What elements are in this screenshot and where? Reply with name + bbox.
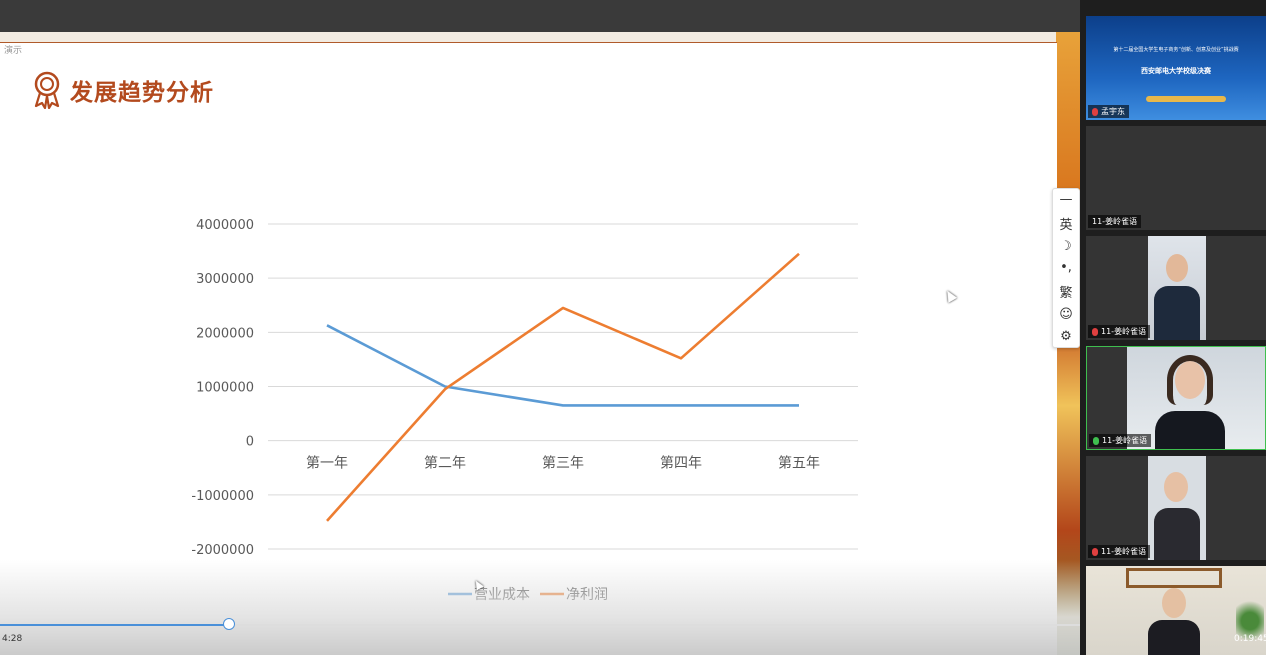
video-feed xyxy=(1148,236,1206,340)
y-tick-label: 2000000 xyxy=(196,326,254,341)
x-tick-label: 第五年 xyxy=(778,455,820,472)
video-feed xyxy=(1162,588,1186,618)
participant-name-label: 11-姜岭雀语 xyxy=(1088,325,1151,338)
x-tick-label: 第二年 xyxy=(424,455,466,472)
progress-fill xyxy=(0,624,229,626)
window-top-bar xyxy=(0,0,1080,32)
x-tick-label: 第一年 xyxy=(306,455,348,472)
punctuation-toggle[interactable]: •, xyxy=(1060,260,1072,275)
player-overlay xyxy=(0,560,1080,655)
participant-tile[interactable]: 11-姜岭雀语 xyxy=(1086,236,1266,340)
wall-frame xyxy=(1126,568,1222,588)
mic-muted-icon xyxy=(1092,107,1098,116)
banner-ribbon xyxy=(1146,96,1226,102)
y-tick-label: 0 xyxy=(246,435,254,450)
mic-active-icon xyxy=(1093,436,1099,445)
progress-bar[interactable] xyxy=(0,618,1080,630)
y-tick-label: 1000000 xyxy=(196,381,254,396)
ime-lang-toggle[interactable]: 英 xyxy=(1059,214,1072,233)
x-tick-label: 第三年 xyxy=(542,455,584,472)
mic-muted-icon xyxy=(1092,327,1098,336)
participant-tile-active[interactable]: 11-姜岭雀语 xyxy=(1086,346,1266,450)
y-tick-label: -2000000 xyxy=(191,543,254,558)
participant-name-label: 孟宇东 xyxy=(1088,105,1129,118)
y-tick-label: 4000000 xyxy=(196,218,254,233)
series-line-1 xyxy=(326,252,800,522)
series-line-0 xyxy=(326,324,799,407)
participant-tile[interactable]: 11-姜岭雀语 xyxy=(1086,126,1266,230)
participants-panel: 第十二届全国大学生电子商务“创新、创意及创业”挑战赛 西安邮电大学校级决赛 孟宇… xyxy=(1080,0,1266,655)
traditional-toggle[interactable]: 繁 xyxy=(1059,282,1072,301)
banner-line2: 西安邮电大学校级决赛 xyxy=(1141,67,1211,75)
ime-toolbar: — 英 ☽ •, 繁 ☺ ⚙ xyxy=(1052,188,1080,348)
emoji-icon[interactable]: ☺ xyxy=(1059,307,1073,322)
video-feed-body xyxy=(1148,620,1200,655)
current-time: 4:28 xyxy=(2,634,23,644)
participant-name-label: 11-姜岭雀语 xyxy=(1088,545,1151,558)
banner-line1: 第十二届全国大学生电子商务“创新、创意及创业”挑战赛 xyxy=(1113,47,1239,53)
x-tick-label: 第四年 xyxy=(660,455,702,472)
progress-knob[interactable] xyxy=(222,618,235,630)
line-chart: 4000000 3000000 2000000 1000000 0 -1000000 -20… xyxy=(191,218,858,603)
y-tick-label: 3000000 xyxy=(196,272,254,287)
participant-tile[interactable]: 第十二届全国大学生电子商务“创新、创意及创业”挑战赛 西安邮电大学校级决赛 孟宇… xyxy=(1086,16,1266,120)
collapse-icon[interactable]: — xyxy=(1060,192,1073,207)
participant-name-label: 11-姜岭雀语 xyxy=(1089,434,1152,447)
settings-icon[interactable]: ⚙ xyxy=(1060,329,1072,344)
participant-tile[interactable]: 11-姜岭雀语 xyxy=(1086,456,1266,560)
mic-muted-icon xyxy=(1092,547,1098,556)
total-time: 0:19:45 xyxy=(1234,634,1266,644)
video-feed xyxy=(1148,456,1206,560)
participant-name-label: 11-姜岭雀语 xyxy=(1088,215,1142,228)
y-tick-label: -1000000 xyxy=(191,489,254,504)
moon-icon[interactable]: ☽ xyxy=(1060,239,1072,254)
